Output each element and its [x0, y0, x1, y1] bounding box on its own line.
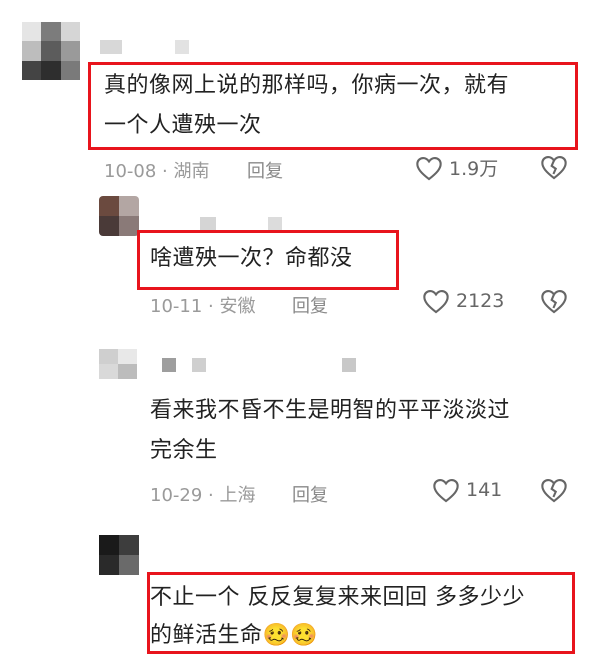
heart-icon [415, 155, 443, 181]
comment-text-line: 完余生 [150, 438, 218, 463]
avatar[interactable] [22, 22, 80, 80]
like-count: 2123 [456, 290, 505, 312]
username-blurred[interactable] [175, 40, 189, 54]
heart-icon [432, 477, 460, 503]
comment-text-line: 真的像网上说的那样吗，你病一次，就有 [104, 73, 510, 98]
reply-button[interactable]: 回复 [247, 157, 283, 183]
comment-text-line: 的鲜活生命🥴🥴 [150, 617, 318, 655]
like-button[interactable]: 2123 [422, 288, 504, 314]
like-button[interactable]: 1.9万 [415, 154, 498, 181]
like-button[interactable]: 141 [432, 477, 502, 503]
comment-date: 10-08 · 湖南 [104, 161, 210, 182]
broken-heart-icon[interactable] [540, 288, 568, 314]
comment-text-line: 一个人遭殃一次 [104, 113, 262, 138]
comment-text: 的鲜活生命 [150, 623, 263, 648]
heart-icon [422, 288, 450, 314]
broken-heart-icon[interactable] [540, 477, 568, 503]
comment-date: 10-11 · 安徽 [150, 296, 256, 317]
username-blurred[interactable] [192, 358, 206, 372]
woozy-face-emoji: 🥴🥴 [262, 623, 319, 648]
avatar[interactable] [99, 535, 139, 575]
comment-text-line: 啥遭殃一次？命都没 [150, 246, 353, 271]
username-blurred[interactable] [200, 217, 216, 231]
username-blurred[interactable] [268, 217, 282, 231]
avatar[interactable] [99, 349, 137, 379]
like-count: 1.9万 [449, 158, 499, 180]
location: 上海 [219, 485, 256, 506]
reply-button[interactable]: 回复 [292, 292, 328, 318]
avatar[interactable] [99, 196, 139, 236]
comment-date: 10-29 · 上海 [150, 485, 256, 506]
comment-text-line: 不止一个 反反复复来来回回 多多少少 [150, 585, 525, 610]
comment-text-line: 看来我不昏不生是明智的平平淡淡过 [150, 398, 511, 423]
like-count: 141 [466, 479, 503, 501]
reply-button[interactable]: 回复 [292, 481, 328, 507]
username-blurred[interactable] [162, 358, 176, 372]
username-blurred[interactable] [342, 358, 356, 372]
date: 10-08 [104, 161, 157, 182]
location: 湖南 [173, 161, 210, 182]
location: 安徽 [219, 296, 256, 317]
date: 10-29 [150, 485, 203, 506]
broken-heart-icon[interactable] [540, 154, 568, 180]
username-blurred[interactable] [100, 40, 122, 54]
date: 10-11 [150, 296, 203, 317]
